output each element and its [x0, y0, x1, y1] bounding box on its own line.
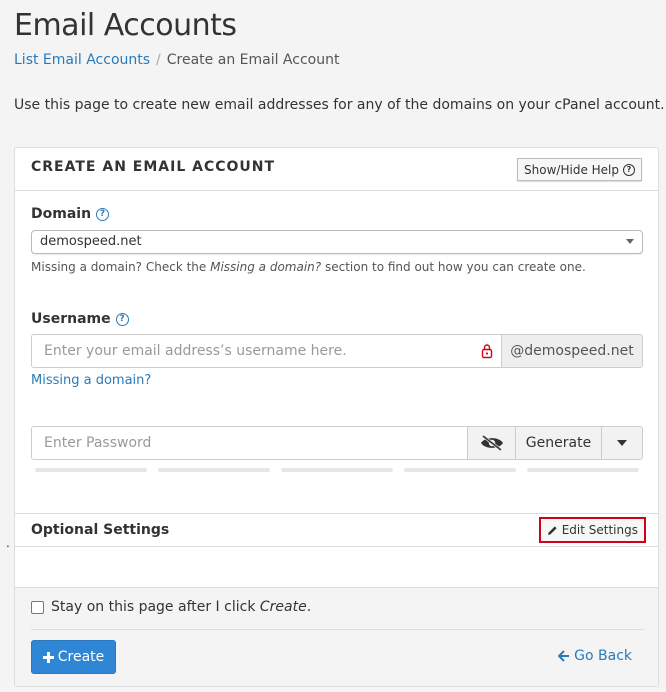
generate-password-button[interactable]: Generate: [515, 427, 601, 459]
generate-options-dropdown[interactable]: [601, 427, 642, 459]
edit-settings-label: Edit Settings: [561, 523, 638, 537]
password-strength-segment: [158, 468, 270, 472]
username-domain-addon: @demospeed.net: [501, 335, 642, 367]
stay-on-page-label-prefix: Stay on this page after I click: [51, 599, 260, 615]
caret-down-icon: [617, 440, 627, 446]
password-strength-segment: [527, 468, 639, 472]
go-back-label: Go Back: [574, 648, 632, 664]
footer-divider: [31, 629, 644, 630]
username-input-group: Enter your email address’s username here…: [31, 334, 643, 368]
stay-on-page-label-em: Create: [259, 599, 307, 615]
panel-title: CREATE AN EMAIL ACCOUNT: [31, 159, 276, 175]
lock-icon: [481, 344, 493, 359]
domain-hint-prefix: Missing a domain? Check the: [31, 260, 211, 274]
stay-on-page-label: Stay on this page after I click Create.: [51, 599, 311, 615]
go-back-link[interactable]: Go Back: [558, 648, 632, 664]
stay-on-page-option[interactable]: Stay on this page after I click Create.: [31, 599, 311, 615]
eye-slash-icon: [480, 435, 503, 451]
pencil-icon: [547, 525, 557, 535]
domain-select-value: demospeed.net: [40, 234, 142, 249]
question-circle-icon: ?: [623, 163, 635, 176]
caret-down-icon: [626, 239, 634, 244]
password-strength-segment: [281, 468, 393, 472]
intro-text: Use this page to create new email addres…: [14, 97, 666, 113]
password-input-group: Enter Password Generate: [31, 426, 643, 460]
username-label-text: Username: [31, 311, 111, 327]
page-title: Email Accounts: [14, 8, 237, 43]
breadcrumb-list-email-accounts[interactable]: List Email Accounts: [14, 52, 150, 68]
domain-label-text: Domain: [31, 206, 92, 222]
domain-select[interactable]: demospeed.net: [31, 230, 643, 254]
create-button-label: Create: [57, 649, 105, 665]
breadcrumb: List Email Accounts / Create an Email Acco…: [14, 52, 339, 68]
breadcrumb-current: Create an Email Account: [166, 52, 340, 68]
stray-dot: .: [6, 536, 10, 550]
toggle-password-visibility-button[interactable]: [467, 427, 515, 459]
help-button-label: Show/Hide Help: [524, 162, 619, 177]
optional-settings-header: Optional Settings Edit Settings: [15, 513, 658, 547]
create-email-panel: CREATE AN EMAIL ACCOUNT Show/Hide Help ?…: [14, 147, 659, 687]
domain-hint-em: Missing a domain?: [210, 260, 322, 274]
panel-header: CREATE AN EMAIL ACCOUNT Show/Hide Help ?: [15, 148, 658, 191]
password-input[interactable]: Enter Password: [32, 427, 467, 459]
domain-hint: Missing a domain? Check the Missing a do…: [31, 260, 586, 274]
domain-hint-suffix: section to find out how you can create o…: [321, 260, 586, 274]
username-input[interactable]: Enter your email address’s username here…: [32, 335, 501, 367]
plus-icon: [42, 651, 54, 663]
arrow-left-icon: [558, 650, 570, 662]
breadcrumb-separator: /: [156, 52, 161, 68]
edit-settings-button[interactable]: Edit Settings: [538, 517, 646, 543]
missing-domain-link[interactable]: Missing a domain?: [31, 373, 151, 388]
create-button[interactable]: Create: [31, 640, 116, 674]
stay-on-page-checkbox[interactable]: [31, 600, 44, 614]
username-placeholder: Enter your email address’s username here…: [44, 343, 347, 359]
domain-help-icon[interactable]: ?: [96, 207, 110, 221]
username-help-icon[interactable]: ?: [115, 312, 129, 326]
password-strength-segment: [35, 468, 147, 472]
panel-footer: Stay on this page after I click Create. …: [15, 587, 658, 686]
show-hide-help-button[interactable]: Show/Hide Help ?: [517, 158, 642, 181]
password-placeholder: Enter Password: [44, 435, 152, 451]
username-label: Username ?: [31, 311, 129, 327]
domain-label: Domain ?: [31, 206, 110, 222]
stay-on-page-label-suffix: .: [306, 599, 312, 615]
optional-settings-title: Optional Settings: [31, 522, 170, 538]
password-strength-segment: [404, 468, 516, 472]
